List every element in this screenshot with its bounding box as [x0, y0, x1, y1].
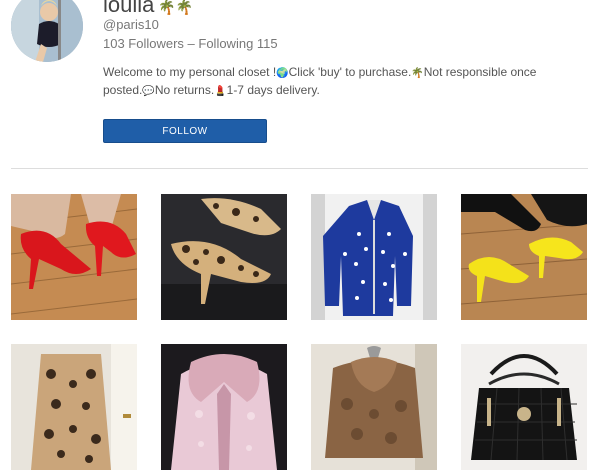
speech-bubble-icon: 💬 [142, 86, 155, 97]
listing-item[interactable] [311, 194, 437, 320]
profile-stats: 103 Followers – Following 115 [103, 36, 278, 51]
listing-item[interactable] [461, 344, 587, 470]
listing-item[interactable] [161, 344, 287, 470]
palm-tree-icon: 🌴🌴 [158, 0, 194, 15]
profile-bio: Welcome to my personal closet !🌍Click 'b… [103, 64, 573, 100]
profile-name-text: loulia [103, 0, 155, 17]
bio-text: Welcome to my personal closet ! [103, 65, 277, 79]
leopard-coat-photo [11, 344, 137, 470]
brown-fur-jacket-photo [311, 344, 437, 470]
yellow-heels-photo [461, 194, 587, 320]
listing-item[interactable] [311, 344, 437, 470]
pink-fur-jacket-photo [161, 344, 287, 470]
globe-icon: 🌍 [276, 68, 289, 79]
avatar-photo [11, 0, 83, 62]
listing-item[interactable] [461, 194, 587, 320]
listing-item[interactable] [11, 194, 137, 320]
bio-text: No returns. [154, 83, 215, 97]
listing-item[interactable] [11, 344, 137, 470]
red-heels-photo [11, 194, 137, 320]
divider [11, 168, 588, 169]
listings-grid [11, 194, 587, 470]
profile-avatar[interactable] [11, 0, 83, 62]
black-handbag-photo [461, 344, 587, 470]
bio-text: 1-7 days delivery. [226, 83, 320, 97]
listing-item[interactable] [161, 194, 287, 320]
profile-handle: @paris10 [103, 17, 159, 32]
follow-button[interactable]: FOLLOW [103, 119, 267, 143]
leopard-heels-photo [161, 194, 287, 320]
palm-tree-icon: 🌴 [411, 68, 424, 79]
profile-name: loulia 🌴🌴 [103, 0, 193, 18]
star-jacket-photo [311, 194, 437, 320]
bio-text: Click 'buy' to purchase. [288, 65, 412, 79]
lipstick-icon: 💄 [214, 86, 227, 97]
